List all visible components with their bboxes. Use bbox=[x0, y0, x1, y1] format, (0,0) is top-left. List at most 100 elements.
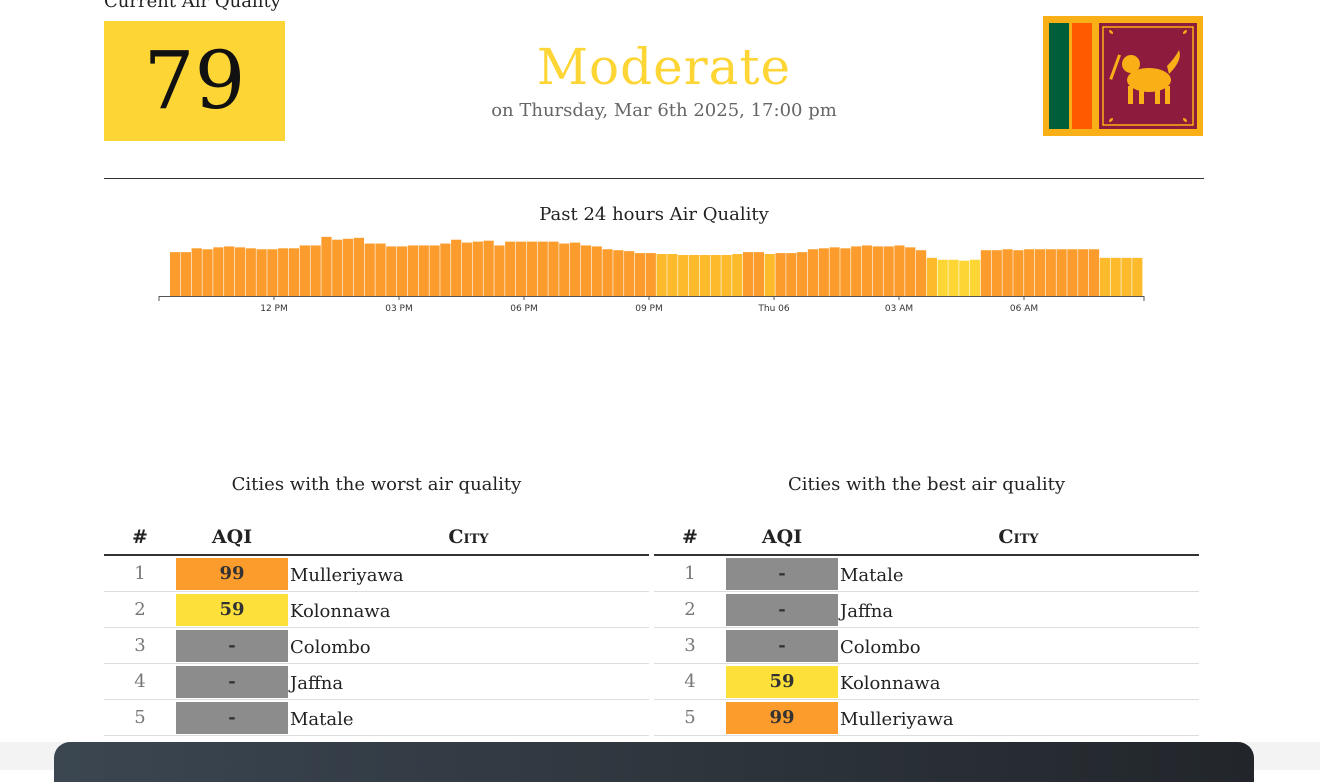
chart-bar[interactable] bbox=[829, 247, 840, 296]
chart-bar[interactable] bbox=[645, 253, 656, 296]
chart-bar[interactable] bbox=[1110, 257, 1121, 296]
chart-bar[interactable] bbox=[224, 246, 235, 296]
chart-bar[interactable] bbox=[818, 248, 829, 296]
chart-bar[interactable] bbox=[580, 245, 592, 296]
chart-bar[interactable] bbox=[321, 236, 332, 296]
chart-bar[interactable] bbox=[526, 241, 537, 296]
table-row[interactable]: 5 - Matale bbox=[104, 700, 649, 736]
table-row[interactable]: 2 - Jaffna bbox=[654, 592, 1199, 628]
table-row[interactable]: 3 - Colombo bbox=[654, 628, 1199, 664]
chart-bar[interactable] bbox=[678, 254, 689, 296]
chart-bar[interactable] bbox=[440, 243, 451, 296]
chart-bar[interactable] bbox=[775, 253, 786, 296]
chart-bar[interactable] bbox=[429, 245, 440, 296]
chart-bar[interactable] bbox=[397, 246, 408, 296]
city-name[interactable]: Kolonnawa bbox=[288, 601, 390, 622]
chart-bar[interactable] bbox=[180, 252, 192, 296]
city-name[interactable]: Mulleriyawa bbox=[838, 709, 954, 730]
city-name[interactable]: Mulleriyawa bbox=[288, 565, 404, 586]
table-row[interactable]: 1 99 Mulleriyawa bbox=[104, 556, 649, 592]
city-name[interactable]: Matale bbox=[288, 709, 354, 730]
chart-bar[interactable] bbox=[624, 251, 635, 296]
chart-bar[interactable] bbox=[937, 259, 948, 296]
chart-bar[interactable] bbox=[191, 248, 202, 296]
chart-bar[interactable] bbox=[742, 252, 754, 296]
city-name[interactable]: Kolonnawa bbox=[838, 673, 940, 694]
table-row[interactable]: 2 59 Kolonnawa bbox=[104, 592, 649, 628]
chart-bar[interactable] bbox=[905, 247, 916, 296]
chart-bar[interactable] bbox=[959, 260, 970, 296]
chart-bar[interactable] bbox=[732, 254, 743, 296]
chart-bar[interactable] bbox=[310, 245, 321, 296]
chart-bar[interactable] bbox=[353, 237, 364, 296]
chart-bar[interactable] bbox=[926, 257, 937, 296]
chart-bar[interactable] bbox=[548, 241, 559, 296]
chart-bar[interactable] bbox=[407, 245, 419, 296]
chart-bar[interactable] bbox=[970, 259, 981, 296]
chart-bar[interactable] bbox=[170, 252, 181, 296]
chart-bar[interactable] bbox=[894, 245, 905, 296]
chart-bar[interactable] bbox=[1024, 249, 1035, 296]
chart-bar[interactable] bbox=[570, 242, 581, 296]
city-name[interactable]: Matale bbox=[838, 565, 904, 586]
chart-bar[interactable] bbox=[991, 250, 1002, 296]
chart-bar[interactable] bbox=[494, 245, 505, 296]
chart-bar[interactable] bbox=[753, 252, 765, 296]
chart-bar[interactable] bbox=[602, 249, 613, 296]
chart-bar[interactable] bbox=[256, 249, 267, 296]
chart-bar[interactable] bbox=[418, 245, 429, 296]
city-name[interactable]: Jaffna bbox=[288, 673, 343, 694]
chart-bar[interactable] bbox=[461, 242, 473, 296]
chart-bar[interactable] bbox=[288, 248, 300, 296]
chart-bar[interactable] bbox=[213, 247, 224, 296]
table-row[interactable]: 5 99 Mulleriyawa bbox=[654, 700, 1199, 736]
chart-bar[interactable] bbox=[980, 250, 992, 296]
chart-bar[interactable] bbox=[710, 254, 721, 296]
chart-bar[interactable] bbox=[1132, 257, 1143, 296]
chart-bar[interactable] bbox=[267, 249, 278, 296]
table-row[interactable]: 3 - Colombo bbox=[104, 628, 649, 664]
chart-bar[interactable] bbox=[840, 248, 851, 296]
chart-bar[interactable] bbox=[1067, 249, 1078, 296]
chart-bar[interactable] bbox=[299, 245, 310, 296]
chart-bar[interactable] bbox=[1121, 257, 1132, 296]
chart-bar[interactable] bbox=[1013, 250, 1024, 296]
chart-bar[interactable] bbox=[451, 239, 462, 296]
chart-bar[interactable] bbox=[386, 246, 397, 296]
chart-bar[interactable] bbox=[559, 243, 570, 296]
chart-bar[interactable] bbox=[948, 259, 959, 296]
chart-bar[interactable] bbox=[483, 240, 494, 296]
chart-bar[interactable] bbox=[807, 249, 819, 296]
table-row[interactable]: 4 - Jaffna bbox=[104, 664, 649, 700]
chart-bar[interactable] bbox=[613, 250, 624, 296]
chart-bar[interactable] bbox=[1034, 249, 1046, 296]
chart-bar[interactable] bbox=[245, 248, 256, 296]
chart-bar[interactable] bbox=[234, 247, 246, 296]
chart-bar[interactable] bbox=[505, 241, 516, 296]
chart-bar[interactable] bbox=[342, 238, 354, 296]
city-name[interactable]: Colombo bbox=[288, 637, 371, 658]
chart-bar[interactable] bbox=[915, 250, 927, 296]
chart-bar[interactable] bbox=[872, 246, 883, 296]
chart-bar[interactable] bbox=[1002, 249, 1013, 296]
chart-bar[interactable] bbox=[667, 254, 678, 296]
chart-bar[interactable] bbox=[375, 243, 386, 296]
chart-bar[interactable] bbox=[591, 246, 602, 296]
chart-bar[interactable] bbox=[786, 253, 797, 296]
table-row[interactable]: 4 59 Kolonnawa bbox=[654, 664, 1199, 700]
chart-bar[interactable] bbox=[688, 254, 700, 296]
chart-bar[interactable] bbox=[332, 239, 343, 296]
chart-bar[interactable] bbox=[1056, 249, 1067, 296]
city-name[interactable]: Jaffna bbox=[838, 601, 893, 622]
chart-bar[interactable] bbox=[515, 241, 527, 296]
chart-bar[interactable] bbox=[278, 248, 289, 296]
chart-bar[interactable] bbox=[764, 254, 775, 296]
chart-bar[interactable] bbox=[202, 249, 213, 296]
table-row[interactable]: 1 - Matale bbox=[654, 556, 1199, 592]
chart-bar[interactable] bbox=[1045, 249, 1056, 296]
chart-bar[interactable] bbox=[472, 241, 483, 296]
chart-bar[interactable] bbox=[634, 253, 646, 296]
chart-bar[interactable] bbox=[797, 252, 808, 296]
chart-bar[interactable] bbox=[537, 241, 548, 296]
chart-bar[interactable] bbox=[699, 254, 710, 296]
